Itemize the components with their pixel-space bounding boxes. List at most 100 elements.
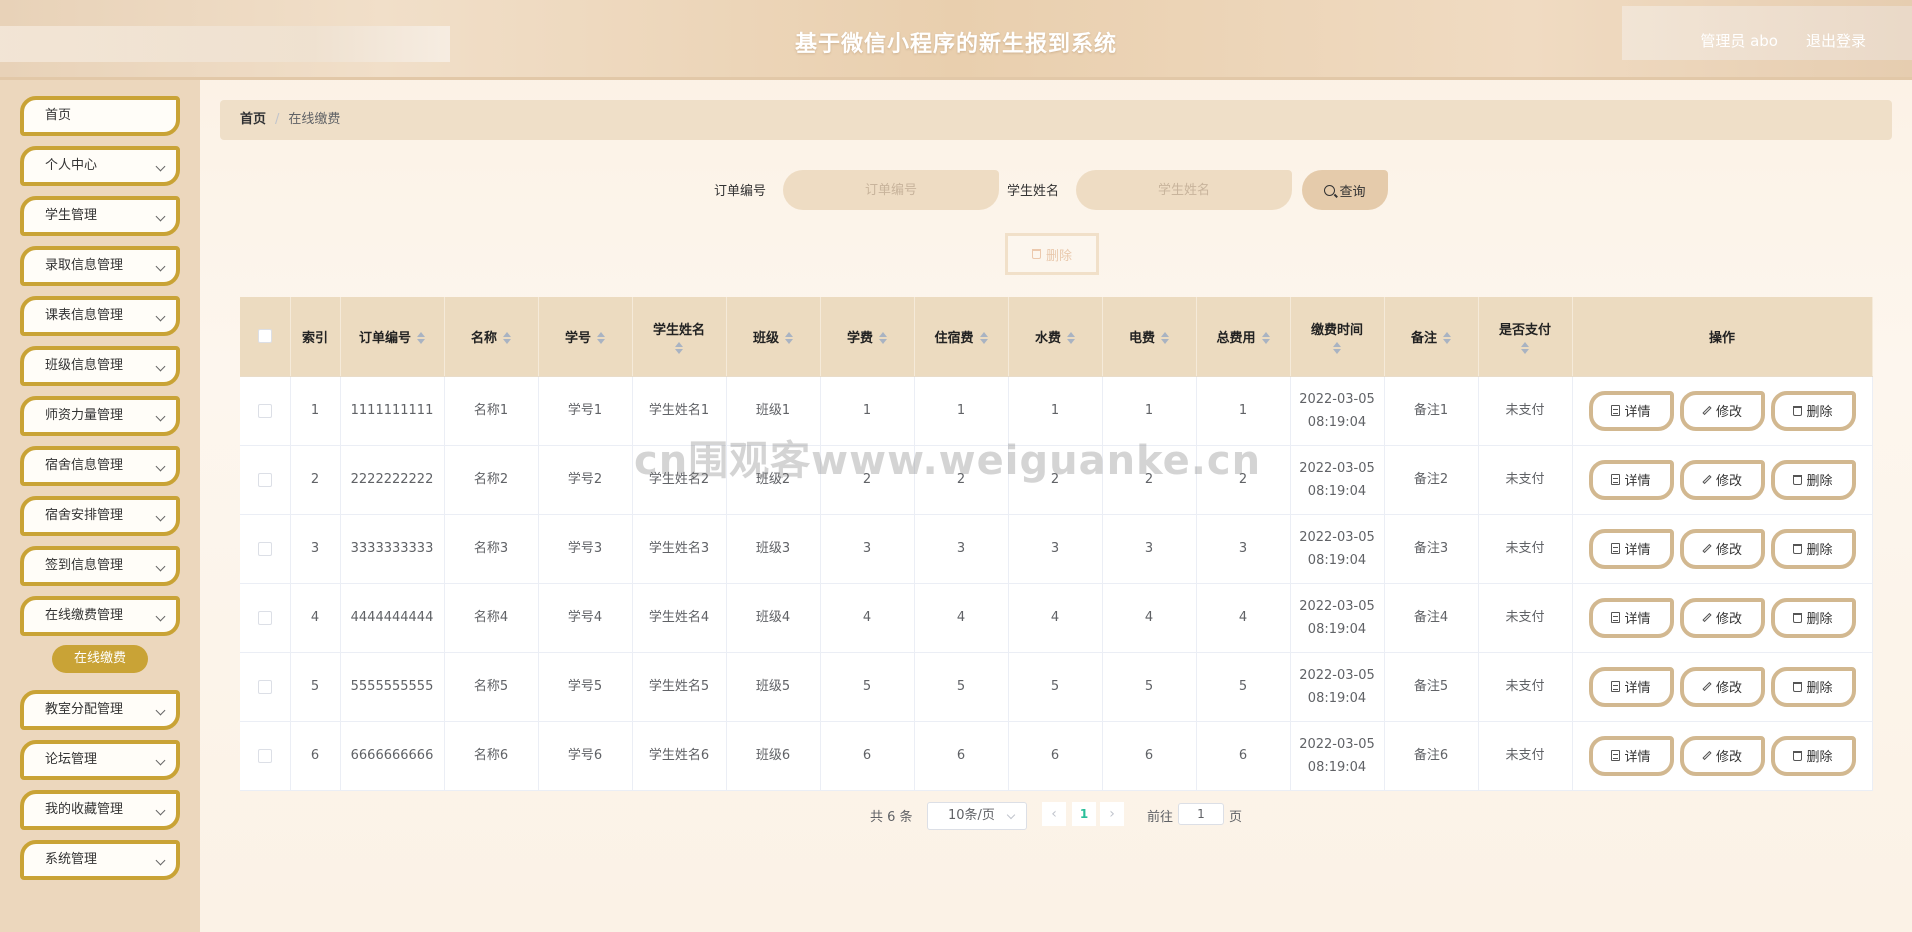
sort-icon[interactable]: [1443, 332, 1451, 345]
sidebar-item-dorm-info[interactable]: 宿舍信息管理: [20, 446, 180, 486]
delete-button[interactable]: 删除: [1770, 735, 1856, 776]
sort-icon[interactable]: [1521, 341, 1529, 354]
student-name-input[interactable]: [1076, 170, 1292, 210]
edit-button[interactable]: 修改: [1679, 735, 1765, 776]
sidebar-item-favorites[interactable]: 我的收藏管理: [20, 790, 180, 830]
page-number-1[interactable]: 1: [1072, 802, 1096, 826]
column-header[interactable]: 电费: [1102, 297, 1197, 377]
order-number-input[interactable]: [783, 170, 999, 210]
column-header[interactable]: 名称: [444, 297, 539, 377]
row-checkbox[interactable]: [257, 610, 272, 625]
column-header[interactable]: 学号: [538, 297, 633, 377]
edit-button[interactable]: 修改: [1679, 528, 1765, 569]
sort-icon[interactable]: [417, 332, 425, 345]
sort-icon[interactable]: [1161, 332, 1169, 345]
sort-icon[interactable]: [979, 332, 988, 345]
row-checkbox[interactable]: [257, 679, 272, 694]
detail-button[interactable]: 详情: [1588, 390, 1674, 431]
app-title: 基于微信小程序的新生报到系统: [794, 32, 1117, 57]
sidebar-item-classroom[interactable]: 教室分配管理: [20, 690, 180, 730]
detail-button[interactable]: 详情: [1588, 666, 1674, 707]
student-name-label: 学生姓名: [1007, 184, 1060, 199]
delete-button[interactable]: 删除: [1770, 390, 1856, 431]
delete-button[interactable]: 删除: [1770, 597, 1856, 638]
row-checkbox[interactable]: [257, 403, 272, 418]
column-header[interactable]: 学费: [820, 297, 915, 377]
edit-button[interactable]: 修改: [1679, 597, 1765, 638]
sidebar-item-profile[interactable]: 个人中心: [20, 146, 180, 186]
trash-icon: [1793, 681, 1803, 692]
bulk-delete-button[interactable]: 删除: [1005, 233, 1099, 275]
edit-button[interactable]: 修改: [1679, 459, 1765, 500]
payment-table: 索引 订单编号 名称 学号 学生姓名 班级 学费 住宿费 水费 电费 总费用 缴…: [240, 297, 1873, 791]
next-page-button[interactable]: ›: [1100, 802, 1124, 826]
column-header[interactable]: 水费: [1008, 297, 1103, 377]
cell-note: 备注1: [1384, 376, 1479, 446]
column-header[interactable]: 总费用: [1196, 297, 1291, 377]
delete-button[interactable]: 删除: [1770, 459, 1856, 500]
sidebar-item-dorm-assign[interactable]: 宿舍安排管理: [20, 496, 180, 536]
row-select-cell: [240, 376, 291, 446]
current-user: 管理员 abo: [1700, 32, 1778, 50]
cell-lodging-fee: 6: [914, 721, 1009, 791]
edit-icon: [1702, 612, 1712, 623]
row-checkbox[interactable]: [257, 541, 272, 556]
edit-button[interactable]: 修改: [1679, 666, 1765, 707]
page-unit-label: 页: [1229, 810, 1243, 825]
chevron-down-icon: [155, 461, 166, 472]
delete-button[interactable]: 删除: [1770, 528, 1856, 569]
table-header-row: 索引 订单编号 名称 学号 学生姓名 班级 学费 住宿费 水费 电费 总费用 缴…: [240, 297, 1873, 377]
sidebar-subitem-online-payment[interactable]: 在线缴费: [52, 645, 148, 673]
sidebar-item-class[interactable]: 班级信息管理: [20, 346, 180, 386]
sidebar-item-admission[interactable]: 录取信息管理: [20, 246, 180, 286]
detail-button[interactable]: 详情: [1588, 459, 1674, 500]
cell-total-fee: 2: [1196, 445, 1291, 515]
sort-icon[interactable]: [785, 332, 793, 345]
document-icon: [1611, 750, 1621, 761]
sort-icon[interactable]: [879, 332, 887, 345]
column-header[interactable]: 备注: [1384, 297, 1479, 377]
sort-icon[interactable]: [1261, 332, 1270, 345]
cell-tuition: 5: [820, 652, 915, 722]
select-all-checkbox[interactable]: [257, 329, 272, 344]
sidebar-item-system[interactable]: 系统管理: [20, 840, 180, 880]
sort-icon[interactable]: [675, 341, 683, 354]
cell-class: 班级5: [726, 652, 821, 722]
detail-button[interactable]: 详情: [1588, 528, 1674, 569]
chevron-down-icon: [155, 361, 166, 372]
delete-button[interactable]: 删除: [1770, 666, 1856, 707]
sidebar-item-timetable[interactable]: 课表信息管理: [20, 296, 180, 336]
column-header[interactable]: 班级: [726, 297, 821, 377]
sidebar-item-forum[interactable]: 论坛管理: [20, 740, 180, 780]
detail-button[interactable]: 详情: [1588, 735, 1674, 776]
sort-icon[interactable]: [597, 332, 605, 345]
column-header[interactable]: 住宿费: [914, 297, 1009, 377]
cell-actions: 详情 修改 删除: [1572, 376, 1873, 446]
cell-power-fee: 3: [1102, 514, 1197, 584]
row-checkbox[interactable]: [257, 748, 272, 763]
column-header[interactable]: 是否支付: [1478, 297, 1573, 377]
column-header[interactable]: 订单编号: [340, 297, 445, 377]
prev-page-button[interactable]: ‹: [1042, 802, 1066, 826]
detail-button[interactable]: 详情: [1588, 597, 1674, 638]
logout-link[interactable]: 退出登录: [1806, 30, 1866, 51]
sort-icon[interactable]: [1067, 332, 1075, 345]
sidebar-item-home[interactable]: 首页: [20, 96, 180, 136]
edit-icon: [1702, 543, 1712, 554]
cell-payment-time: 2022-03-05 08:19:04: [1290, 445, 1385, 515]
goto-page-input[interactable]: [1178, 803, 1224, 825]
page-size-select[interactable]: 10条/页: [927, 802, 1027, 830]
sort-icon[interactable]: [1333, 341, 1341, 354]
column-header[interactable]: 缴费时间: [1290, 297, 1385, 377]
row-checkbox[interactable]: [257, 472, 272, 487]
column-header[interactable]: 学生姓名: [632, 297, 727, 377]
search-button[interactable]: 查询: [1302, 170, 1388, 210]
sidebar-item-faculty[interactable]: 师资力量管理: [20, 396, 180, 436]
sidebar-item-checkin[interactable]: 签到信息管理: [20, 546, 180, 586]
sidebar-item-students[interactable]: 学生管理: [20, 196, 180, 236]
edit-button[interactable]: 修改: [1679, 390, 1765, 431]
cell-class: 班级4: [726, 583, 821, 653]
breadcrumb-home[interactable]: 首页: [240, 112, 266, 127]
sidebar-item-payment[interactable]: 在线缴费管理: [20, 596, 180, 636]
sort-icon[interactable]: [503, 332, 511, 345]
